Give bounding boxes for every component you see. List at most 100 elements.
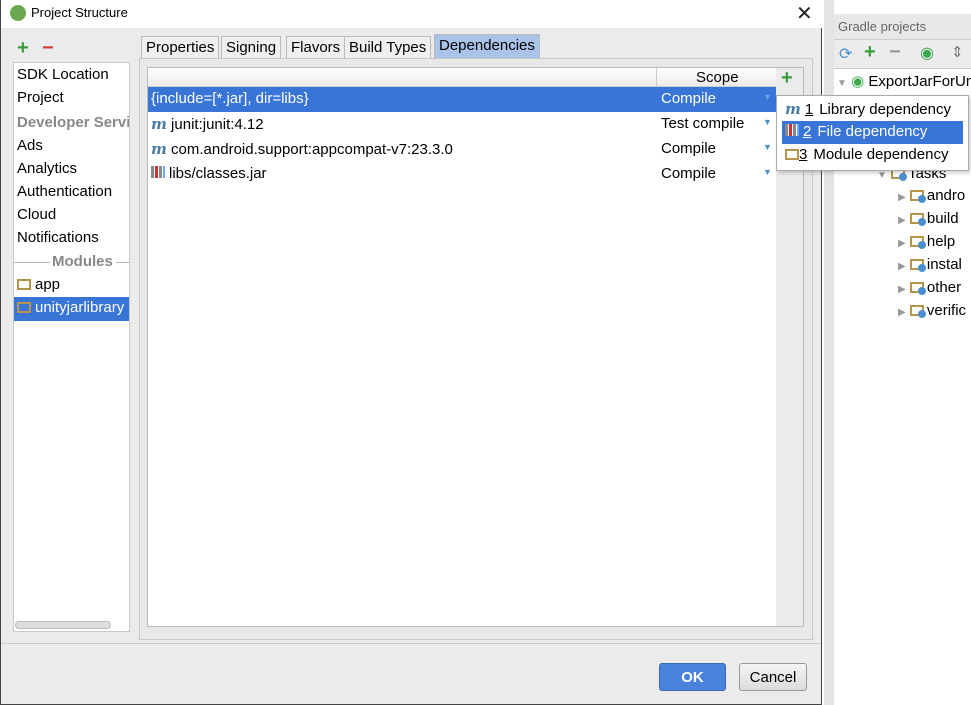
gradle-task-group[interactable]: ▶ andro: [898, 187, 965, 204]
menu-item-label: Library dependency: [819, 101, 951, 118]
android-studio-icon: [10, 5, 26, 21]
collapse-arrow-icon[interactable]: ▶: [898, 215, 906, 226]
scope-value[interactable]: Compile: [661, 165, 716, 182]
module-folder-icon: [17, 279, 31, 290]
tab-build-types[interactable]: Build Types: [344, 36, 432, 59]
gradle-task-group[interactable]: ▶ help: [898, 233, 955, 250]
add-icon[interactable]: +: [864, 41, 876, 64]
dependency-name: {include=[*.jar], dir=libs}: [151, 90, 309, 107]
task-folder-icon: [909, 236, 926, 249]
sidebar-item-ads[interactable]: Ads: [17, 137, 129, 154]
table-row[interactable]: libs/classes.jar Compile ▼: [148, 162, 776, 187]
cancel-button[interactable]: Cancel: [739, 663, 807, 691]
task-folder-icon: [909, 259, 926, 272]
project-structure-dialog: Project Structure ✕ + − SDK Location Pro…: [0, 0, 822, 705]
task-group-label: build: [926, 210, 959, 227]
tab-signing[interactable]: Signing: [221, 36, 282, 59]
module-app[interactable]: app: [17, 276, 129, 293]
dependency-name: junit:junit:4.12: [171, 116, 264, 133]
dropdown-arrow-icon[interactable]: ▼: [763, 142, 772, 152]
sidebar-item-sdk-location[interactable]: SDK Location: [17, 66, 129, 83]
expand-arrow-icon[interactable]: ▼: [837, 78, 847, 89]
task-folder-icon: [909, 190, 926, 203]
remove-icon[interactable]: −: [889, 41, 901, 64]
title-bar: Project Structure ✕: [1, 0, 822, 28]
menu-item-label: Module dependency: [813, 146, 949, 163]
task-group-label: instal: [926, 256, 962, 273]
table-row[interactable]: m com.android.support:appcompat-v7:23.3.…: [148, 137, 776, 162]
mnemonic: 2: [803, 123, 812, 140]
collapse-arrow-icon[interactable]: ▶: [898, 307, 906, 318]
task-folder-icon: [909, 305, 926, 318]
add-icon[interactable]: +: [17, 37, 29, 60]
dependencies-table: Scope {include=[*.jar], dir=libs} Compile…: [147, 67, 777, 627]
dependency-name: com.android.support:appcompat-v7:23.3.0: [171, 141, 453, 158]
sidebar-item-analytics[interactable]: Analytics: [17, 160, 129, 177]
sidebar-item-authentication[interactable]: Authentication: [17, 183, 129, 200]
module-folder-icon: [17, 302, 31, 313]
close-icon[interactable]: ✕: [796, 1, 813, 26]
ok-button[interactable]: OK: [659, 663, 726, 691]
maven-icon: m: [151, 115, 167, 133]
add-dependency-icon[interactable]: +: [781, 67, 793, 90]
jar-icon: [151, 166, 165, 178]
gradle-task-group[interactable]: ▶ build: [898, 210, 959, 227]
divider: [116, 262, 130, 263]
tab-flavors[interactable]: Flavors: [286, 36, 346, 59]
menu-item-file-dependency[interactable]: 2 File dependency: [782, 121, 963, 144]
menu-item-module-dependency[interactable]: 3 Module dependency: [782, 144, 963, 167]
table-header: Scope: [148, 68, 776, 87]
collapse-arrow-icon[interactable]: ▶: [898, 261, 906, 272]
menu-item-label: File dependency: [817, 123, 928, 140]
gradle-project-icon: ◉: [851, 73, 865, 90]
column-divider: [656, 68, 657, 87]
module-unityjarlibrary[interactable]: unityjarlibrary: [14, 297, 129, 321]
collapse-all-icon[interactable]: ⇕: [951, 43, 964, 61]
refresh-icon[interactable]: ⟳: [839, 44, 852, 64]
task-folder-icon: [909, 213, 926, 226]
dropdown-arrow-icon[interactable]: ▼: [763, 92, 772, 102]
scope-value[interactable]: Test compile: [661, 115, 744, 132]
tab-dependencies[interactable]: Dependencies: [434, 34, 540, 59]
collapse-arrow-icon[interactable]: ▶: [898, 192, 906, 203]
gradle-task-group[interactable]: ▶ verific: [898, 302, 966, 319]
expand-arrow-icon[interactable]: ▼: [877, 170, 887, 181]
dropdown-arrow-icon[interactable]: ▼: [763, 117, 772, 127]
tab-properties[interactable]: Properties: [141, 36, 220, 59]
collapse-arrow-icon[interactable]: ▶: [898, 284, 906, 295]
scope-value[interactable]: Compile: [661, 140, 716, 157]
collapse-arrow-icon[interactable]: ▶: [898, 238, 906, 249]
task-folder-icon: [909, 282, 926, 295]
table-row[interactable]: {include=[*.jar], dir=libs} Compile ▼: [148, 87, 776, 112]
divider: [14, 262, 50, 263]
dialog-title: Project Structure: [31, 5, 128, 20]
gradle-toolbar: ⟳ + − ◉ ⇕: [834, 40, 971, 69]
add-dependency-popup: m 1 Library dependency 2 File dependency 3M…: [776, 95, 969, 171]
scope-header[interactable]: Scope: [696, 69, 739, 86]
sidebar-list: SDK Location Project Developer Services …: [13, 62, 130, 632]
sidebar-item-notifications[interactable]: Notifications: [17, 229, 129, 246]
remove-icon[interactable]: −: [42, 37, 54, 60]
horizontal-scrollbar[interactable]: [15, 621, 111, 629]
mnemonic: 3: [799, 146, 808, 163]
module-folder-icon: [785, 149, 799, 160]
maven-icon: m: [151, 140, 167, 158]
task-group-label: verific: [926, 302, 967, 319]
module-label: app: [35, 276, 61, 293]
task-group-label: other: [926, 279, 962, 296]
gradle-header: Gradle projects: [834, 14, 971, 40]
scope-value[interactable]: Compile: [661, 90, 716, 107]
sidebar-item-cloud[interactable]: Cloud: [17, 206, 129, 223]
gradle-task-group[interactable]: ▶ instal: [898, 256, 962, 273]
sidebar-header-developer-services: Developer Services: [17, 114, 129, 131]
gradle-task-group[interactable]: ▶ other: [898, 279, 961, 296]
table-row[interactable]: m junit:junit:4.12 Test compile ▼: [148, 112, 776, 137]
sidebar-item-project[interactable]: Project: [17, 89, 129, 106]
menu-item-library-dependency[interactable]: m 1 Library dependency: [782, 98, 963, 121]
dropdown-arrow-icon[interactable]: ▼: [763, 167, 772, 177]
maven-icon: m: [785, 100, 801, 118]
task-group-label: help: [926, 233, 956, 250]
execute-task-icon[interactable]: ◉: [920, 43, 934, 63]
gradle-root[interactable]: ▼ ◉ ExportJarForUn: [837, 72, 971, 90]
divider: [1, 643, 821, 644]
